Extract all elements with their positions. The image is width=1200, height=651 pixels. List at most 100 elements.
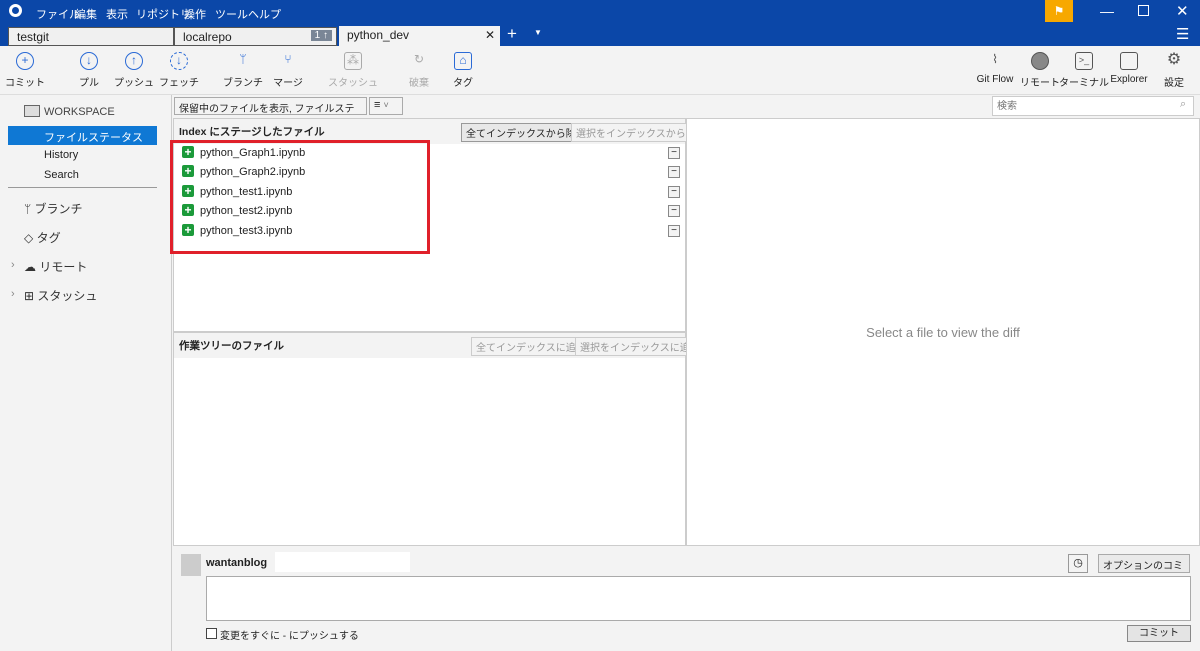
close-button[interactable]: ✕ bbox=[1176, 2, 1189, 20]
remote-button[interactable]: リモート bbox=[1015, 52, 1065, 89]
diff-placeholder: Select a file to view the diff bbox=[866, 325, 1020, 340]
sidebar-stash[interactable]: ⊞ スタッシュ bbox=[24, 287, 97, 304]
unstage-file-button[interactable]: − bbox=[668, 205, 680, 217]
tab-testgit[interactable]: testgit bbox=[8, 27, 174, 46]
pull-button[interactable]: ↓ プル bbox=[64, 52, 114, 89]
list-view-dropdown[interactable]: ≡ ˅ bbox=[369, 97, 403, 115]
commit-area: wantanblog ◷ オプションのコミット ˅ 変更をすぐに - にプッシュ… bbox=[173, 546, 1200, 651]
sidebar: WORKSPACE ファイルステータス History Search ᛘ ブラン… bbox=[0, 95, 172, 651]
new-tab-button[interactable]: + bbox=[507, 24, 517, 44]
label: ブランチ bbox=[34, 202, 83, 216]
workspace-label: WORKSPACE bbox=[44, 106, 115, 118]
title-bar: ファイル 編集 表示 リポジトリ 操作 ツール ヘルプ ⚑ — ✕ bbox=[0, 0, 1200, 24]
view-filter-dropdown[interactable]: 保留中のファイルを表示, ファイルステータス順 ˅ bbox=[174, 97, 367, 130]
discard-button[interactable]: ↻ 破棄 bbox=[394, 52, 444, 89]
label: マージ bbox=[273, 78, 303, 89]
label: リモート bbox=[39, 260, 88, 274]
divider bbox=[8, 187, 157, 188]
minimize-button[interactable]: — bbox=[1100, 3, 1114, 19]
sidebar-item-history[interactable]: History bbox=[8, 146, 157, 165]
sidebar-item-file-status[interactable]: ファイルステータス bbox=[8, 126, 157, 145]
tab-label: localrepo bbox=[183, 30, 232, 44]
label: Git Flow bbox=[976, 74, 1014, 85]
stash-icon: ⁂ bbox=[344, 52, 362, 70]
fetch-icon: ↓ bbox=[170, 52, 188, 70]
menu-view[interactable]: 表示 bbox=[106, 6, 128, 22]
unstage-file-button[interactable]: − bbox=[668, 166, 680, 178]
label: ターミナル bbox=[1059, 78, 1109, 89]
label: プッシュ bbox=[114, 78, 154, 89]
fetch-button[interactable]: ↓ フェッチ bbox=[154, 52, 204, 89]
working-tree-panel: 作業ツリーのファイル bbox=[173, 332, 686, 546]
redacted-email bbox=[275, 552, 410, 572]
tab-python-dev[interactable]: python_dev ✕ bbox=[339, 26, 500, 46]
sidebar-item-search[interactable]: Search bbox=[8, 166, 157, 185]
ahead-badge: 1 ↑ bbox=[310, 30, 332, 41]
push-immediately-checkbox[interactable] bbox=[206, 628, 217, 639]
sidebar-tag[interactable]: ◇ タグ bbox=[24, 229, 61, 246]
terminal-button[interactable]: >_ ターミナル bbox=[1059, 52, 1109, 89]
search-input[interactable] bbox=[992, 96, 1194, 116]
hamburger-menu-icon[interactable]: ☰ bbox=[1176, 25, 1189, 43]
push-button[interactable]: ↑ プッシュ bbox=[109, 52, 159, 89]
menu-file[interactable]: ファイル bbox=[36, 6, 80, 22]
menu-actions[interactable]: 操作 bbox=[184, 6, 206, 22]
git-flow-button[interactable]: ⌇ Git Flow bbox=[970, 52, 1020, 85]
label: タグ bbox=[453, 78, 473, 89]
tag-button[interactable]: ⌂ タグ bbox=[438, 52, 488, 89]
git-flow-icon: ⌇ bbox=[992, 52, 998, 66]
branch-icon: ᛘ bbox=[24, 202, 35, 216]
menu-tools[interactable]: ツール bbox=[215, 6, 248, 22]
stash-button[interactable]: ⁂ スタッシュ bbox=[328, 52, 378, 89]
chevron-right-icon[interactable]: › bbox=[11, 288, 15, 300]
sourcetree-logo-icon bbox=[9, 4, 22, 17]
tab-label: python_dev bbox=[347, 28, 410, 42]
branch-icon: ᛘ bbox=[239, 52, 247, 66]
gear-icon: ⚙ bbox=[1166, 51, 1182, 68]
unstage-file-button[interactable]: − bbox=[668, 225, 680, 237]
flag-icon[interactable]: ⚑ bbox=[1045, 0, 1073, 22]
explorer-button[interactable]: Explorer bbox=[1104, 52, 1154, 85]
commit-submit-button[interactable]: コミット bbox=[1127, 625, 1191, 642]
label: スタッシュ bbox=[328, 78, 378, 89]
chevron-right-icon[interactable]: › bbox=[11, 259, 15, 271]
label: 設定 bbox=[1164, 78, 1184, 89]
label: コミット bbox=[5, 78, 45, 89]
tab-dropdown-icon[interactable]: ▼ bbox=[534, 28, 542, 37]
unstage-file-button[interactable]: − bbox=[668, 186, 680, 198]
arrow-up-circle-icon: ↑ bbox=[125, 52, 143, 70]
label: スタッシュ bbox=[37, 289, 98, 303]
unstage-file-button[interactable]: − bbox=[668, 147, 680, 159]
tab-localrepo[interactable]: localrepo 1 ↑ bbox=[174, 27, 337, 46]
branch-button[interactable]: ᛘ ブランチ bbox=[218, 52, 268, 89]
globe-icon bbox=[1031, 52, 1049, 70]
arrow-down-circle-icon: ↓ bbox=[80, 52, 98, 70]
plus-circle-icon: + bbox=[16, 52, 34, 70]
discard-icon: ↻ bbox=[413, 52, 425, 66]
menu-repository[interactable]: リポジトリ bbox=[136, 6, 191, 22]
settings-button[interactable]: ⚙ 設定 bbox=[1149, 51, 1199, 90]
label: Explorer bbox=[1110, 74, 1148, 85]
label: フェッチ bbox=[159, 78, 199, 89]
commit-message-input[interactable] bbox=[206, 576, 1191, 621]
history-clock-button[interactable]: ◷ bbox=[1068, 554, 1088, 573]
diff-panel: Select a file to view the diff bbox=[686, 118, 1200, 546]
commit-button[interactable]: + コミット bbox=[0, 52, 50, 89]
folder-icon bbox=[1120, 52, 1138, 70]
search-icon: ⌕ bbox=[1180, 98, 1187, 110]
author-name: wantanblog bbox=[206, 557, 268, 569]
add-all-button[interactable]: 全てインデックスに追加 bbox=[471, 337, 591, 356]
label: リモート bbox=[1020, 78, 1060, 89]
maximize-button[interactable] bbox=[1138, 5, 1149, 16]
sidebar-branch[interactable]: ᛘ ブランチ bbox=[24, 200, 83, 217]
menu-edit[interactable]: 編集 bbox=[75, 6, 97, 22]
terminal-icon: >_ bbox=[1075, 52, 1093, 70]
avatar bbox=[181, 554, 201, 576]
commit-options-dropdown[interactable]: オプションのコミット ˅ bbox=[1098, 554, 1190, 587]
menu-help[interactable]: ヘルプ bbox=[248, 6, 281, 22]
merge-icon: ⑂ bbox=[284, 52, 292, 66]
close-tab-icon[interactable]: ✕ bbox=[485, 28, 495, 42]
merge-button[interactable]: ⑂ マージ bbox=[263, 52, 313, 89]
sidebar-remote[interactable]: ☁ リモート bbox=[24, 258, 87, 275]
tab-label: testgit bbox=[17, 30, 50, 44]
